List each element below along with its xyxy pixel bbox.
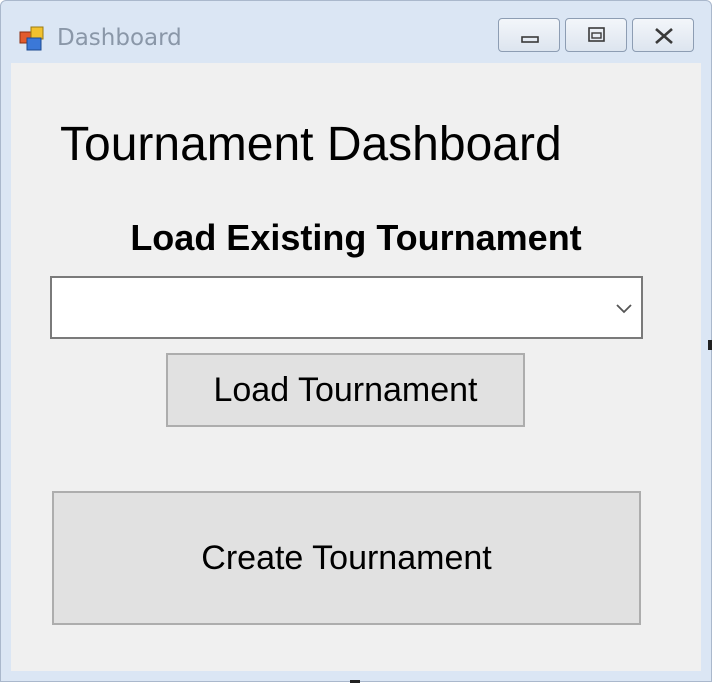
window-title: Dashboard bbox=[57, 25, 182, 51]
page-title: Tournament Dashboard bbox=[60, 118, 562, 171]
app-form-icon bbox=[19, 26, 45, 52]
load-existing-label: Load Existing Tournament bbox=[130, 217, 582, 258]
dashboard-window: Dashboard Tournament Dashboard Load Exis… bbox=[0, 0, 712, 682]
title-bar[interactable]: Dashboard bbox=[1, 1, 711, 63]
client-area: Tournament Dashboard Load Existing Tourn… bbox=[11, 63, 701, 671]
resize-grip-mark bbox=[708, 340, 712, 350]
maximize-icon bbox=[588, 27, 605, 42]
close-icon bbox=[655, 28, 673, 44]
minimize-button[interactable] bbox=[498, 18, 560, 52]
create-tournament-button[interactable]: Create Tournament bbox=[52, 491, 641, 625]
tournament-select[interactable] bbox=[50, 276, 643, 339]
close-button[interactable] bbox=[632, 18, 694, 52]
minimize-icon bbox=[521, 36, 539, 43]
load-tournament-button[interactable]: Load Tournament bbox=[166, 353, 525, 427]
cursor-mark bbox=[350, 680, 360, 683]
chevron-down-icon[interactable] bbox=[611, 298, 637, 320]
maximize-button[interactable] bbox=[565, 18, 627, 52]
